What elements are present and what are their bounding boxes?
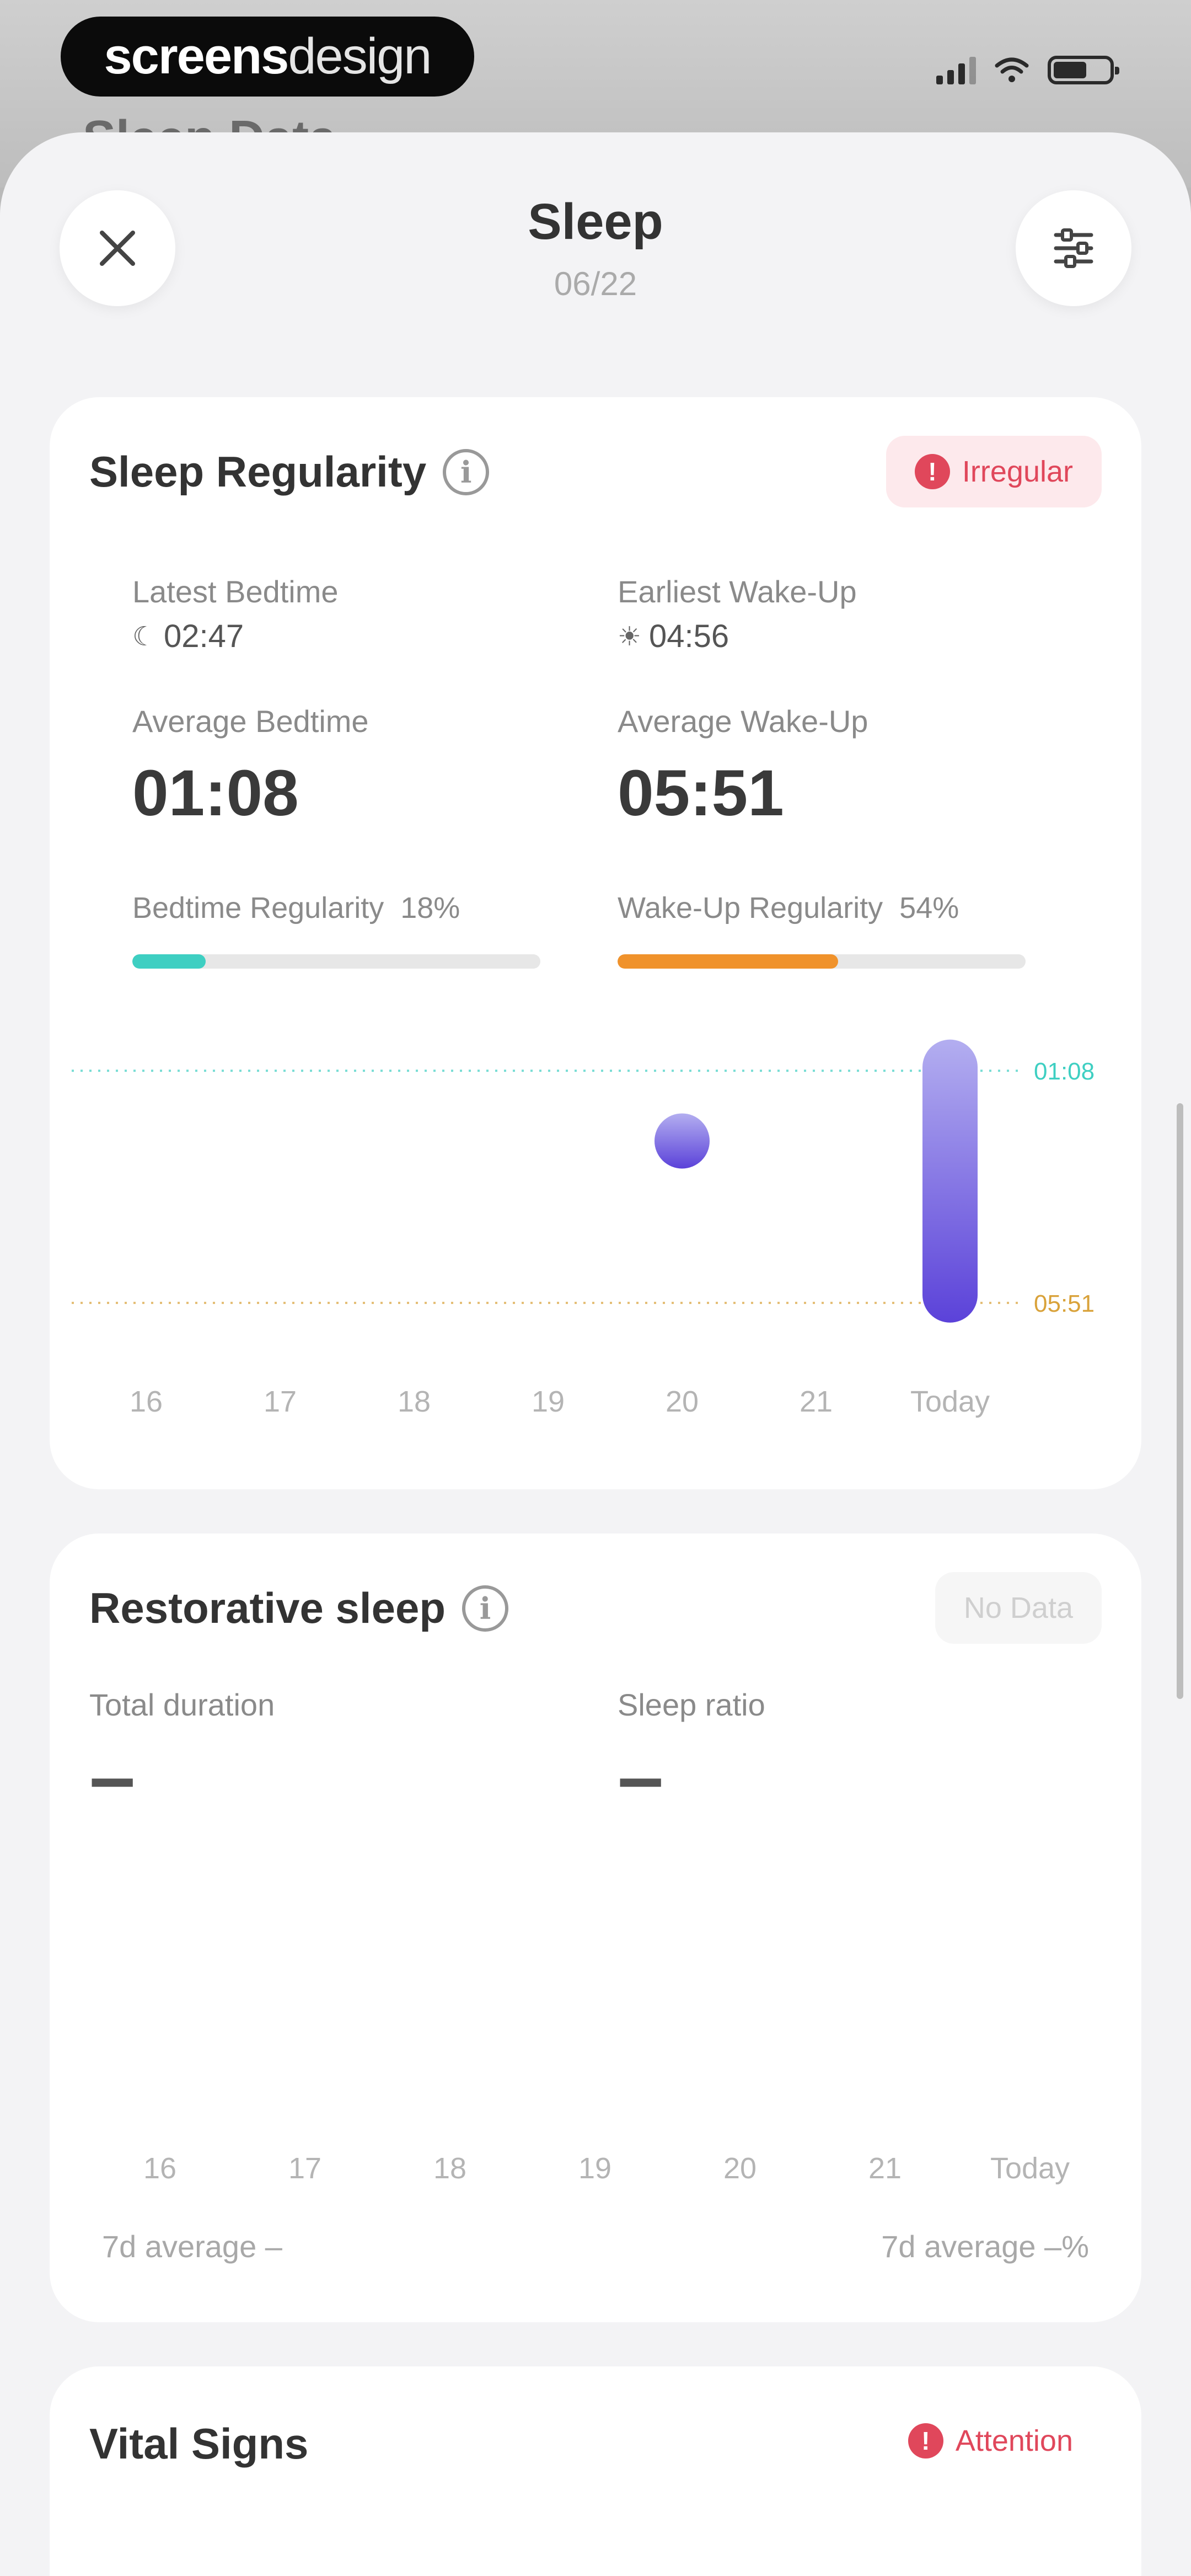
x-tick-label: 17 — [263, 1385, 297, 1418]
reference-line-label-0: 01:08 — [1034, 1058, 1095, 1085]
x-tick-label: 21 — [799, 1385, 833, 1418]
info-icon[interactable]: i — [462, 1585, 508, 1632]
page-date: 06/22 — [554, 265, 637, 302]
x-tick-label: 20 — [665, 1385, 699, 1418]
sliders-icon — [1054, 228, 1093, 268]
bedtime-regularity-fill — [132, 954, 206, 969]
wakeup-regularity-label-text: Wake-Up Regularity — [618, 891, 883, 924]
status-bar — [936, 51, 1119, 89]
vital-signs-card: Vital Signs ! Attention — [50, 2366, 1141, 2576]
info-icon[interactable]: i — [443, 448, 490, 495]
restorative-sleep-title-text: Restorative sleep — [89, 1584, 446, 1632]
seven-day-average-ratio: 7d average –% — [881, 2229, 1089, 2264]
no-data-badge: No Data — [935, 1572, 1102, 1644]
x-tick-label: 18 — [397, 1385, 431, 1418]
x-tick-label: 20 — [723, 2152, 757, 2185]
latest-bedtime-value: ☾ 02:47 — [132, 618, 244, 655]
seven-day-average-duration: 7d average – — [102, 2229, 282, 2264]
x-tick-label: 19 — [531, 1385, 565, 1418]
battery-icon — [1048, 56, 1119, 84]
signal-icon — [936, 56, 976, 84]
average-bedtime-label: Average Bedtime — [132, 704, 369, 739]
irregular-badge: ! Irregular — [886, 436, 1102, 507]
bedtime-regularity-label: Bedtime Regularity 18% — [132, 891, 460, 925]
x-tick-label: Today — [990, 2152, 1070, 2185]
x-tick-label: 16 — [143, 2152, 177, 2185]
brand-logo-light: design — [288, 28, 432, 84]
brand-logo-bold: screens — [104, 28, 289, 84]
wakeup-regularity-fill — [618, 954, 838, 969]
x-tick-label: 18 — [433, 2152, 467, 2185]
brand-logo: screens design — [61, 17, 474, 97]
sleep-bar-today[interactable] — [922, 1039, 978, 1323]
bedtime-regularity-percent: 18% — [400, 891, 460, 924]
wifi-icon — [995, 57, 1029, 82]
restorative-sleep-card: Restorative sleep i No Data Total durati… — [50, 1533, 1141, 2322]
x-tick-label: 21 — [868, 2152, 902, 2185]
attention-badge: ! Attention — [879, 2405, 1102, 2477]
alert-icon: ! — [908, 2423, 943, 2459]
x-tick-label: 19 — [578, 2152, 612, 2185]
latest-bedtime-value-text: 02:47 — [164, 618, 244, 654]
sleep-ratio-value: – — [618, 1730, 664, 1823]
x-tick-label: 16 — [129, 1385, 163, 1418]
reference-line-label-1: 05:51 — [1034, 1290, 1095, 1317]
x-tick-label: Today — [910, 1385, 990, 1418]
total-duration-label: Total duration — [89, 1687, 275, 1722]
bedtime-regularity-bar — [132, 954, 540, 969]
irregular-badge-label: Irregular — [962, 455, 1073, 488]
sun-icon: ☀ — [618, 622, 642, 651]
sleep-regularity-title: Sleep Regularity i — [89, 447, 490, 497]
restorative-sleep-title: Restorative sleep i — [89, 1583, 508, 1633]
sleep-regularity-card: Sleep Regularity i ! Irregular Latest Be… — [50, 397, 1141, 1489]
x-tick-label: 17 — [288, 2152, 322, 2185]
sleep-regularity-chart: 01:08 05:51 — [72, 1039, 1095, 1323]
sleep-regularity-title-text: Sleep Regularity — [89, 447, 427, 496]
wakeup-regularity-percent: 54% — [899, 891, 959, 924]
earliest-wakeup-value: ☀ 04:56 — [618, 618, 729, 655]
moon-icon: ☾ — [132, 622, 157, 651]
page-title: Sleep — [528, 194, 663, 250]
wakeup-regularity-bar — [618, 954, 1026, 969]
sleep-ratio-label: Sleep ratio — [618, 1687, 765, 1722]
earliest-wakeup-value-text: 04:56 — [649, 618, 729, 654]
settings-button[interactable] — [1016, 190, 1131, 306]
average-wakeup-value: 05:51 — [618, 757, 784, 830]
total-duration-value: – — [89, 1730, 136, 1823]
bedtime-regularity-label-text: Bedtime Regularity — [132, 891, 384, 924]
average-wakeup-label: Average Wake-Up — [618, 704, 868, 739]
vital-signs-title: Vital Signs — [89, 2419, 309, 2468]
wakeup-regularity-label: Wake-Up Regularity 54% — [618, 891, 959, 925]
scrollbar[interactable] — [1177, 1103, 1183, 1699]
average-bedtime-value: 01:08 — [132, 757, 299, 830]
sleep-bar-20[interactable] — [654, 1113, 710, 1169]
attention-badge-label: Attention — [955, 2424, 1073, 2457]
earliest-wakeup-label: Earliest Wake-Up — [618, 574, 857, 609]
latest-bedtime-label: Latest Bedtime — [132, 574, 339, 609]
alert-icon: ! — [914, 454, 950, 489]
